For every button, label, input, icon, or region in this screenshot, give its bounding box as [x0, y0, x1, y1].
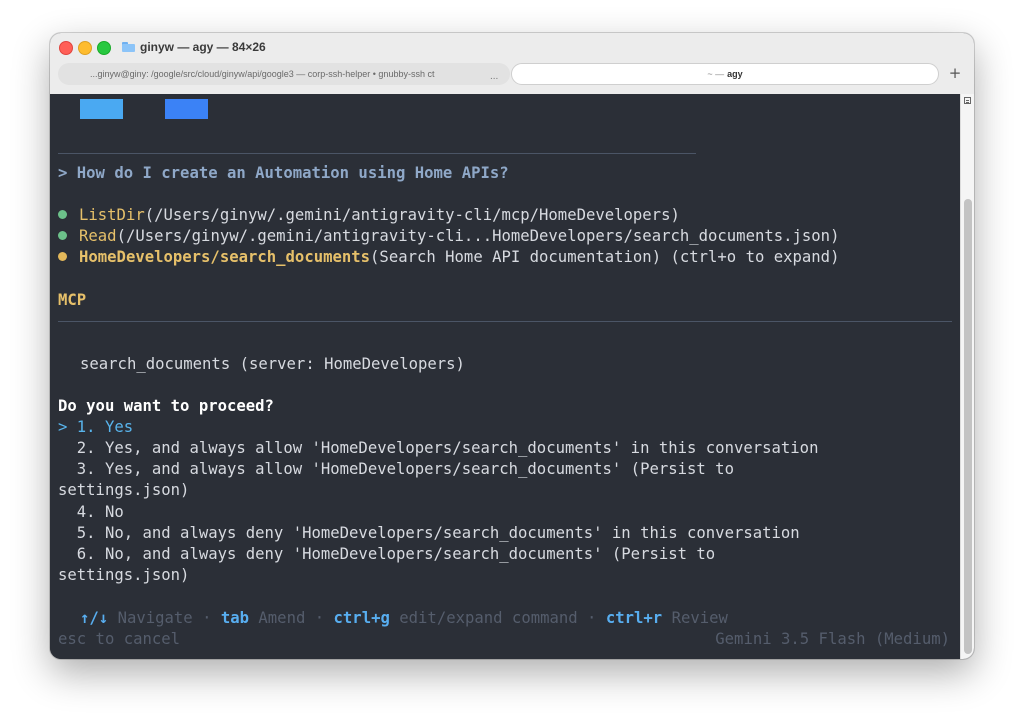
tab-overflow-indicator: ... — [490, 71, 499, 82]
scroll-menu-icon[interactable] — [964, 97, 971, 104]
terminal-content[interactable]: > How do I create an Automation using Ho… — [50, 94, 960, 659]
tool-call-row: HomeDevelopers/search_documents(Search H… — [58, 247, 839, 268]
tool-call-args: (Search Home API documentation) (ctrl+o … — [370, 248, 840, 266]
user-prompt-line: > How do I create an Automation using Ho… — [58, 163, 509, 184]
navigate-key: ↑/↓ — [80, 609, 109, 627]
close-window-button[interactable] — [59, 41, 73, 55]
maximize-window-button[interactable] — [97, 41, 111, 55]
model-label: Gemini 3.5 Flash (Medium) — [715, 630, 950, 648]
option-label: 1. Yes — [76, 418, 134, 436]
navigate-label: Navigate — [117, 609, 193, 627]
status-pending-icon — [58, 252, 67, 261]
tool-call-row: ListDir(/Users/ginyw/.gemini/antigravity… — [58, 205, 680, 226]
tool-call-name: HomeDevelopers/search_documents — [79, 248, 371, 266]
tool-description: search_documents (server: HomeDevelopers… — [80, 355, 465, 373]
option-label: 3. Yes, and always allow 'HomeDevelopers… — [76, 460, 734, 478]
scrollbar[interactable] — [960, 94, 974, 659]
edit-key: ctrl+g — [333, 609, 390, 627]
divider — [58, 321, 952, 322]
minimize-window-button[interactable] — [78, 41, 92, 55]
logo-block-icon — [80, 99, 123, 119]
option-label: 6. No, and always deny 'HomeDevelopers/s… — [76, 545, 716, 563]
option-yes-allow-persist[interactable]: 3. Yes, and always allow 'HomeDevelopers… — [58, 459, 734, 480]
option-yes[interactable]: > 1. Yes — [58, 417, 133, 438]
window-title-text: ginyw — agy — 84×26 — [140, 40, 266, 54]
option-label: 2. Yes, and always allow 'HomeDevelopers… — [76, 439, 819, 457]
option-no-deny-persist-wrap[interactable]: settings.json) — [58, 565, 189, 586]
option-label: 5. No, and always deny 'HomeDevelopers/s… — [76, 524, 800, 542]
option-no[interactable]: 4. No — [58, 502, 124, 523]
user-prompt: How do I create an Automation using Home… — [76, 164, 509, 182]
option-label: settings.json) — [58, 481, 190, 499]
title-bar: ginyw — agy — 84×26 ...ginyw@giny: /goog… — [50, 33, 974, 95]
folder-icon — [122, 42, 135, 52]
amend-label: Amend — [258, 609, 306, 627]
edit-label: edit/expand command — [399, 609, 578, 627]
option-indent — [58, 545, 77, 563]
option-indent — [58, 503, 77, 521]
section-label: MCP — [58, 291, 87, 309]
selection-marker: > — [58, 418, 77, 436]
tool-call-name: Read — [79, 227, 117, 245]
scrollbar-thumb[interactable] — [964, 199, 972, 654]
logo-block-icon — [165, 99, 208, 119]
tab-agy-prefix: ~ — — [707, 69, 725, 79]
option-indent — [58, 439, 77, 457]
tool-call-args: (/Users/ginyw/.gemini/antigravity-cli/mc… — [144, 206, 680, 224]
prompt-marker: > — [58, 164, 68, 182]
tool-call-name: ListDir — [79, 206, 145, 224]
option-yes-allow-conversation[interactable]: 2. Yes, and always allow 'HomeDevelopers… — [58, 438, 819, 459]
review-label: Review — [671, 609, 728, 627]
cancel-hint: esc to cancel — [58, 630, 181, 648]
tool-call-row: Read(/Users/ginyw/.gemini/antigravity-cl… — [58, 226, 839, 247]
confirm-question: Do you want to proceed? — [58, 397, 274, 415]
option-label: 4. No — [76, 503, 124, 521]
review-key: ctrl+r — [605, 609, 663, 627]
hint-separator: · — [587, 609, 597, 627]
new-tab-button[interactable]: + — [946, 64, 964, 82]
window-title: ginyw — agy — 84×26 — [122, 39, 266, 55]
status-done-icon — [58, 231, 67, 240]
hint-separator: · — [202, 609, 212, 627]
option-label: settings.json) — [58, 566, 190, 584]
option-indent — [58, 460, 77, 478]
amend-key: tab — [220, 609, 250, 627]
tab-agy-label: agy — [727, 69, 743, 79]
divider — [58, 153, 696, 154]
option-no-deny-persist[interactable]: 6. No, and always deny 'HomeDevelopers/s… — [58, 544, 715, 565]
hint-separator: · — [314, 609, 325, 627]
terminal-window: ginyw — agy — 84×26 ...ginyw@giny: /goog… — [50, 33, 974, 659]
tab-ssh-session-label: ...ginyw@giny: /google/src/cloud/ginyw/a… — [90, 69, 435, 79]
status-done-icon — [58, 210, 67, 219]
tab-ssh-session[interactable]: ...ginyw@giny: /google/src/cloud/ginyw/a… — [58, 63, 510, 85]
option-no-deny-conversation[interactable]: 5. No, and always deny 'HomeDevelopers/s… — [58, 523, 800, 544]
option-indent — [58, 524, 77, 542]
option-yes-allow-persist-wrap[interactable]: settings.json) — [58, 480, 189, 501]
tool-call-args: (/Users/ginyw/.gemini/antigravity-cli...… — [116, 227, 840, 245]
keyboard-hints: ↑/↓ Navigate · tab Amend · ctrl+g edit/e… — [80, 608, 728, 629]
tab-agy[interactable]: ~ — agy — [511, 63, 939, 85]
